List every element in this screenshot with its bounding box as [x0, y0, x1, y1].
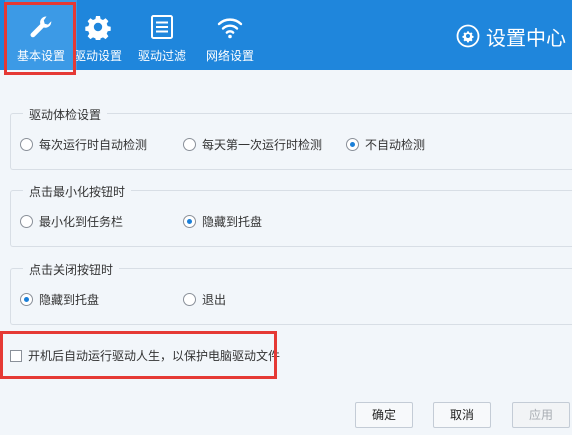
radio-button[interactable] — [20, 293, 33, 306]
radio-button[interactable] — [183, 215, 196, 228]
radio-minimize-hide-to-tray[interactable]: 隐藏到托盘 — [183, 213, 262, 230]
radio-button[interactable] — [20, 215, 33, 228]
radio-button[interactable] — [20, 138, 33, 151]
list-icon — [151, 15, 173, 39]
group-title: 驱动体检设置 — [23, 106, 108, 123]
wifi-icon — [217, 18, 243, 39]
group-title: 点击关闭按钮时 — [23, 261, 120, 278]
radio-label: 每次运行时自动检测 — [39, 138, 148, 152]
radio-label: 每天第一次运行时检测 — [202, 138, 323, 152]
autostart-checkbox[interactable] — [10, 349, 22, 362]
group-title: 点击最小化按钮时 — [23, 183, 132, 200]
radio-close-hide-to-tray[interactable]: 隐藏到托盘 — [20, 291, 99, 308]
radio-minimize-to-taskbar[interactable]: 最小化到任务栏 — [20, 213, 123, 230]
top-toolbar: 基本设置 驱动设置 驱动过滤 网络设置 设置中心 — [0, 0, 572, 70]
radio-button[interactable] — [183, 138, 196, 151]
tab-network-settings[interactable]: 网络设置 — [194, 0, 266, 70]
radio-label: 隐藏到托盘 — [39, 293, 100, 307]
autostart-checkbox-row[interactable]: 开机后自动运行驱动人生，以保护电脑驱动文件 — [10, 347, 280, 364]
radio-check-every-run[interactable]: 每次运行时自动检测 — [20, 136, 147, 153]
settings-gear-icon — [456, 24, 480, 48]
tab-label: 驱动过滤 — [137, 49, 186, 63]
brand-title: 设置中心 — [486, 27, 566, 50]
tab-label: 驱动设置 — [73, 49, 122, 63]
apply-button[interactable]: 应用 — [512, 402, 570, 428]
radio-label: 退出 — [202, 293, 227, 307]
autostart-label: 开机后自动运行驱动人生，以保护电脑驱动文件 — [28, 349, 281, 363]
tab-driver-filter[interactable]: 驱动过滤 — [126, 0, 198, 70]
radio-label: 最小化到任务栏 — [39, 215, 124, 229]
gear-icon — [85, 16, 111, 40]
radio-label: 隐藏到托盘 — [202, 215, 263, 229]
radio-close-exit[interactable]: 退出 — [183, 291, 226, 308]
driver-check-group: 驱动体检设置 每次运行时自动检测 每天第一次运行时检测 不自动检测 — [10, 106, 572, 170]
radio-no-auto-check[interactable]: 不自动检测 — [346, 136, 425, 153]
radio-label: 不自动检测 — [365, 138, 426, 152]
wrench-icon — [30, 16, 52, 38]
radio-button[interactable] — [183, 293, 196, 306]
ok-button[interactable]: 确定 — [355, 402, 413, 428]
radio-check-daily-first[interactable]: 每天第一次运行时检测 — [183, 136, 322, 153]
tab-label: 网络设置 — [205, 49, 254, 63]
settings-center-title: 设置中心 — [456, 22, 566, 50]
cancel-button[interactable]: 取消 — [433, 402, 491, 428]
radio-button[interactable] — [346, 138, 359, 151]
minimize-behavior-group: 点击最小化按钮时 最小化到任务栏 隐藏到托盘 — [10, 183, 572, 247]
tab-driver-settings[interactable]: 驱动设置 — [62, 0, 134, 70]
close-behavior-group: 点击关闭按钮时 隐藏到托盘 退出 — [10, 261, 572, 325]
